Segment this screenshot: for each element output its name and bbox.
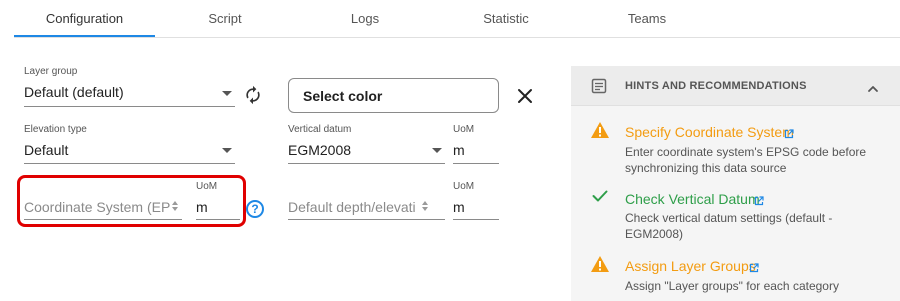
hint-description: Enter coordinate system's EPSG code befo…: [625, 145, 867, 175]
vertical-datum-value: EGM2008: [288, 142, 352, 158]
tab-configuration[interactable]: Configuration: [14, 0, 155, 37]
hints-panel: HINTS AND RECOMMENDATIONS Specify Coordi…: [571, 66, 900, 301]
default-depth-placeholder: Default depth/elevati: [288, 199, 416, 215]
number-stepper-icon[interactable]: [420, 199, 430, 213]
close-icon[interactable]: [516, 87, 534, 105]
vertical-datum-uom-value: m: [453, 142, 465, 158]
vertical-datum-underline: [288, 163, 445, 164]
chevron-down-icon: [222, 148, 232, 153]
elevation-type-underline: [24, 163, 235, 164]
document-icon: [591, 78, 607, 94]
default-depth-underline: [288, 219, 445, 220]
hint-description: Check vertical datum settings (default -…: [625, 211, 833, 241]
highlight-box: [17, 175, 246, 227]
external-link-icon[interactable]: [754, 193, 764, 206]
hints-panel-title: HINTS AND RECOMMENDATIONS: [625, 80, 807, 92]
vertical-datum-uom-underline: [453, 163, 499, 164]
tab-script[interactable]: Script: [155, 0, 295, 37]
default-depth-uom-label: UoM: [453, 181, 475, 192]
vertical-datum-uom-label: UoM: [453, 124, 475, 135]
tab-statistic[interactable]: Statistic: [435, 0, 577, 37]
layer-group-value: Default (default): [24, 84, 124, 100]
external-link-icon[interactable]: [749, 260, 759, 273]
hint-title-link[interactable]: Specify Coordinate System: [625, 124, 794, 140]
tab-logs[interactable]: Logs: [295, 0, 435, 37]
tab-bar: Configuration Script Logs Statistic Team…: [0, 0, 900, 38]
warning-icon: [590, 255, 610, 273]
vertical-datum-label: Vertical datum: [288, 124, 352, 135]
hints-panel-header[interactable]: HINTS AND RECOMMENDATIONS: [571, 66, 900, 106]
external-link-icon[interactable]: [784, 126, 794, 139]
hint-title-link[interactable]: Check Vertical Datum: [625, 191, 760, 207]
elevation-type-label: Elevation type: [24, 124, 87, 135]
elevation-type-value: Default: [24, 142, 69, 158]
tabs-divider: [14, 37, 900, 38]
hint-description: Assign "Layer groups" for each category: [625, 279, 839, 293]
help-icon[interactable]: ?: [246, 200, 264, 218]
refresh-icon[interactable]: [243, 85, 263, 105]
hint-title-link[interactable]: Assign Layer Groups: [625, 258, 756, 274]
warning-icon: [590, 121, 610, 139]
checkmark-icon: [592, 189, 608, 203]
tab-teams[interactable]: Teams: [577, 0, 717, 37]
chevron-down-icon: [222, 91, 232, 96]
layer-group-underline: [24, 106, 235, 107]
layer-group-label: Layer group: [24, 66, 78, 77]
default-depth-uom-underline: [453, 219, 499, 220]
chevron-down-icon: [432, 148, 442, 153]
chevron-up-icon[interactable]: [867, 81, 879, 92]
default-depth-uom-value: m: [453, 199, 465, 215]
select-color-button[interactable]: Select color: [288, 78, 499, 113]
